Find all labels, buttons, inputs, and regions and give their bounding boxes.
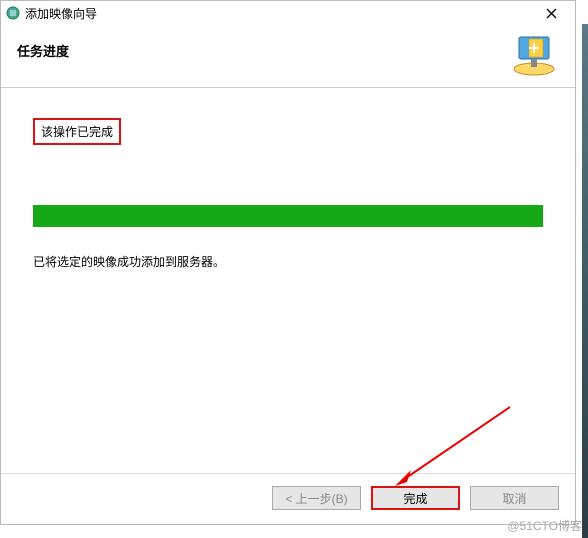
close-button[interactable]: [531, 3, 571, 23]
titlebar: 添加映像向导: [1, 1, 575, 25]
finish-button[interactable]: 完成: [371, 486, 460, 510]
status-text: 该操作已完成: [33, 118, 121, 145]
background-edge: [582, 24, 588, 538]
completion-message: 已将选定的映像成功添加到服务器。: [33, 253, 543, 270]
wizard-window: 添加映像向导 任务进度 该操作已完成 已将选定的映像成功添加到服务器。 <: [0, 0, 576, 525]
wizard-content: 该操作已完成 已将选定的映像成功添加到服务器。: [1, 88, 575, 473]
page-heading: 任务进度: [17, 35, 69, 60]
cancel-button: 取消: [470, 486, 559, 510]
window-title: 添加映像向导: [25, 5, 531, 22]
progress-bar: [33, 205, 543, 227]
back-button: < 上一步(B): [272, 486, 361, 510]
wizard-header: 任务进度: [1, 25, 575, 88]
button-row: < 上一步(B) 完成 取消: [1, 473, 575, 524]
watermark: @51CTO博客: [507, 517, 582, 534]
image-server-icon: [509, 35, 559, 79]
app-icon: [5, 5, 21, 21]
